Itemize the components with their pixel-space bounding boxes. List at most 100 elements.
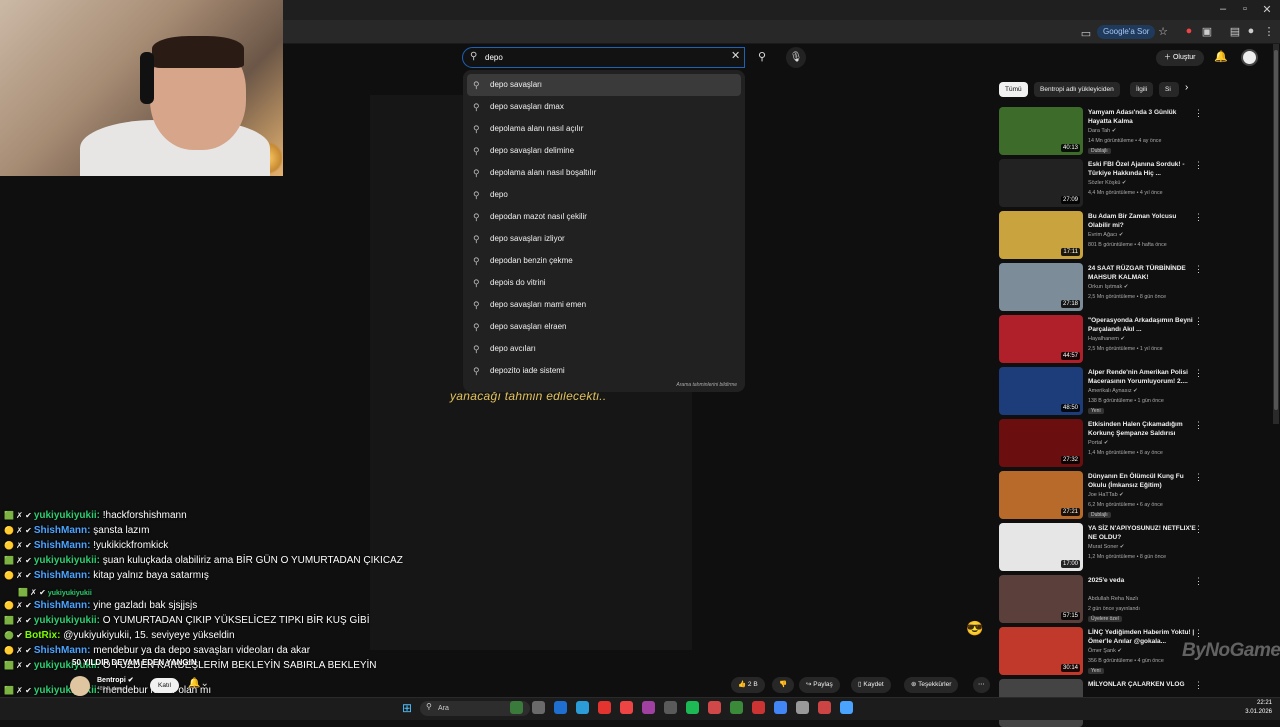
related-video[interactable]: 27:21 Dünyanın En Ölümcül Kung Fu Okulu (…	[999, 471, 1204, 519]
taskbar-app-icon[interactable]	[730, 701, 743, 714]
channel-avatar[interactable]	[70, 676, 90, 696]
scrollbar-thumb[interactable]	[1274, 50, 1278, 410]
search-suggestion[interactable]: ⚲ depolama alanı nasıl boşaltılır	[463, 162, 745, 184]
video-thumbnail[interactable]: 27:21	[999, 471, 1083, 519]
taskbar-app-icon[interactable]	[840, 701, 853, 714]
chip-all[interactable]: Tümü	[999, 82, 1028, 97]
chip-related[interactable]: İlgili	[1130, 82, 1154, 97]
save-button[interactable]: ▯ Kaydet	[851, 677, 891, 693]
google-sor-button[interactable]: Google'a Sor	[1097, 25, 1156, 39]
video-menu-icon[interactable]: ⋮	[1194, 576, 1203, 587]
related-video[interactable]: 48:50 Alper Rende'nin Amerikan Polisi Mac…	[999, 367, 1204, 415]
video-channel[interactable]: Amerikalı Aynasız ✔	[1088, 388, 1138, 394]
video-menu-icon[interactable]: ⋮	[1194, 680, 1203, 691]
thanks-button[interactable]: ⊛ Teşekkürler	[904, 677, 959, 693]
menu-icon[interactable]: ⋮	[1262, 25, 1276, 38]
video-title[interactable]: Etkisinden Halen Çıkamadığım Korkunç Şem…	[1088, 420, 1196, 438]
video-title[interactable]: LİNÇ Yediğimden Haberim Yoktu! | Ömer'le…	[1088, 628, 1196, 646]
taskbar-app-icon[interactable]	[620, 701, 633, 714]
related-video[interactable]: 44:57 "Operasyonda Arkadaşımın Beyni Parç…	[999, 315, 1204, 363]
video-title[interactable]: Bu Adam Bir Zaman Yolcusu Olabilir mi?	[1088, 212, 1196, 230]
video-menu-icon[interactable]: ⋮	[1194, 368, 1203, 379]
related-video[interactable]: 27:32 Etkisinden Halen Çıkamadığım Korkun…	[999, 419, 1204, 467]
subscribe-bell-icon[interactable]: 🔔⌄	[188, 678, 209, 689]
related-video[interactable]: 30:14 LİNÇ Yediğimden Haberim Yoktu! | Öm…	[999, 627, 1204, 675]
taskbar-app-icon[interactable]	[686, 701, 699, 714]
search-suggestion[interactable]: ⚲ depo savaşları	[467, 74, 741, 96]
search-suggestion[interactable]: ⚲ depo savaşları mami emen	[463, 294, 745, 316]
chip-more[interactable]: Si	[1159, 82, 1179, 97]
video-channel[interactable]: Orkun Işıtmak ✔	[1088, 284, 1128, 290]
chevron-right-icon[interactable]: ›	[1185, 82, 1188, 93]
video-channel[interactable]: Dara Tah ✔	[1088, 128, 1116, 134]
video-title[interactable]: Yamyam Adası'nda 3 Günlük Hayatta Kalma	[1088, 108, 1196, 126]
taskbar-app-icon[interactable]	[598, 701, 611, 714]
search-suggestion[interactable]: ⚲ depolama alanı nasıl açılır	[463, 118, 745, 140]
video-channel[interactable]: Joe HaTTab ✔	[1088, 492, 1124, 498]
system-clock[interactable]: 22:21 3.01.2026	[1236, 699, 1272, 717]
search-suggestion[interactable]: ⚲ depo avcıları	[463, 338, 745, 360]
search-suggestion[interactable]: ⚲ depo savaşları izliyor	[463, 228, 745, 250]
video-menu-icon[interactable]: ⋮	[1194, 524, 1203, 535]
video-thumbnail[interactable]: 57:15	[999, 575, 1083, 623]
search-suggestion[interactable]: ⚲ depo savaşları delimine	[463, 140, 745, 162]
cast-icon[interactable]: ▭	[1079, 27, 1093, 40]
taskbar-app-icon[interactable]	[642, 701, 655, 714]
related-video[interactable]: 57:15 2025'e veda Abdullah Reha Nazlı 2 gün…	[999, 575, 1204, 623]
report-predictions-link[interactable]: Arama tahminlerini bildirme	[676, 382, 737, 388]
related-video[interactable]: 17:11 Bu Adam Bir Zaman Yolcusu Olabilir …	[999, 211, 1204, 259]
search-suggestion[interactable]: ⚲ depozito iade sistemi	[463, 360, 745, 382]
taskbar-app-icon[interactable]	[774, 701, 787, 714]
search-suggestion[interactable]: ⚲ depo savaşları dmax	[463, 96, 745, 118]
video-title[interactable]: 24 SAAT RÜZGAR TÜRBİNİNDE MAHSUR KALMAK!	[1088, 264, 1196, 282]
related-video[interactable]: 27:09 Eski FBI Özel Ajanına Sorduk! - Tür…	[999, 159, 1204, 207]
video-channel[interactable]: Hayalhanem ✔	[1088, 336, 1125, 342]
extension-icon[interactable]: ●	[1182, 25, 1196, 37]
video-title[interactable]: YA SİZ N'APIYOSUNUZ! NETFLIX'E NE OLDU?	[1088, 524, 1196, 542]
video-thumbnail[interactable]: 17:11	[999, 211, 1083, 259]
taskbar-app-icon[interactable]	[532, 701, 545, 714]
taskbar-app-icon[interactable]	[796, 701, 809, 714]
video-menu-icon[interactable]: ⋮	[1194, 316, 1203, 327]
search-suggestion[interactable]: ⚲ depo	[463, 184, 745, 206]
video-thumbnail[interactable]: 17:00	[999, 523, 1083, 571]
minimize-icon[interactable]: –	[1212, 3, 1234, 15]
sidebar-icon[interactable]: ▤	[1228, 25, 1242, 38]
video-menu-icon[interactable]: ⋮	[1194, 212, 1203, 223]
video-title[interactable]: MİLYONLAR ÇALARKEN VLOG	[1088, 680, 1196, 689]
video-menu-icon[interactable]: ⋮	[1194, 628, 1203, 639]
search-suggestion[interactable]: ⚲ depois do vitrini	[463, 272, 745, 294]
taskbar-app-icon[interactable]	[664, 701, 677, 714]
search-input[interactable]: depo	[462, 47, 745, 68]
video-thumbnail[interactable]: 27:32	[999, 419, 1083, 467]
taskbar-app-icon[interactable]	[752, 701, 765, 714]
video-channel[interactable]: Murat Soner ✔	[1088, 544, 1124, 550]
taskbar-app-icon[interactable]	[510, 701, 523, 714]
mic-icon[interactable]: 🎙	[786, 47, 806, 68]
video-menu-icon[interactable]: ⋮	[1194, 472, 1203, 483]
search-suggestion[interactable]: ⚲ depodan mazot nasıl çekilir	[463, 206, 745, 228]
video-thumbnail[interactable]: 40:13	[999, 107, 1083, 155]
video-thumbnail[interactable]: 44:57	[999, 315, 1083, 363]
video-title[interactable]: Eski FBI Özel Ajanına Sorduk! - Türkiye …	[1088, 160, 1196, 178]
video-channel[interactable]: Abdullah Reha Nazlı	[1088, 596, 1138, 602]
like-button[interactable]: 👍 2 B	[731, 677, 765, 693]
video-title[interactable]: "Operasyonda Arkadaşımın Beyni Parçaland…	[1088, 316, 1196, 334]
notifications-bell-icon[interactable]: 🔔	[1214, 50, 1228, 63]
share-button[interactable]: ↪ Paylaş	[799, 677, 840, 693]
video-menu-icon[interactable]: ⋮	[1194, 108, 1203, 119]
join-button[interactable]: Katıl	[150, 678, 180, 693]
channel-name[interactable]: Bentropi ✔	[97, 676, 134, 684]
windows-start-icon[interactable]: ⊞	[402, 701, 412, 715]
related-video[interactable]: 27:18 24 SAAT RÜZGAR TÜRBİNİNDE MAHSUR KA…	[999, 263, 1204, 311]
video-thumbnail[interactable]: 30:14	[999, 627, 1083, 675]
video-thumbnail[interactable]: 48:50	[999, 367, 1083, 415]
maximize-icon[interactable]: ▫	[1234, 3, 1256, 15]
video-title[interactable]: 2025'e veda	[1088, 576, 1196, 585]
related-video[interactable]: 40:13 Yamyam Adası'nda 3 Günlük Hayatta K…	[999, 107, 1204, 155]
video-menu-icon[interactable]: ⋮	[1194, 160, 1203, 171]
chip-uploader[interactable]: Bentropi adlı yükleyiciden	[1034, 82, 1120, 97]
video-channel[interactable]: Portal ✔	[1088, 440, 1109, 446]
video-title[interactable]: Dünyanın En Ölümcül Kung Fu Okulu (İmkan…	[1088, 472, 1196, 490]
profile-browser-icon[interactable]: ●	[1244, 25, 1258, 37]
